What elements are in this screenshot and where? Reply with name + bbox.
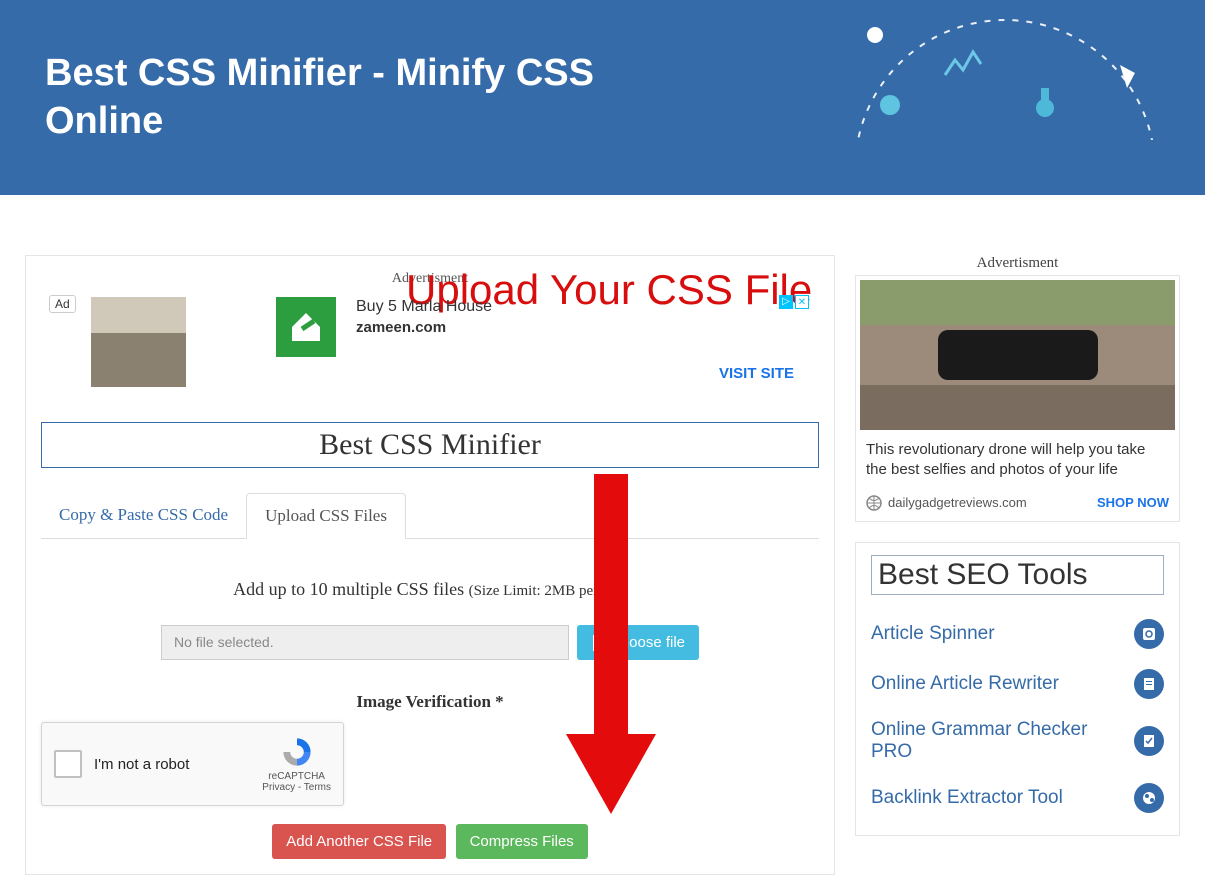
file-input[interactable]: No file selected. xyxy=(161,625,569,660)
ad-controls: ▷ ✕ xyxy=(779,295,809,309)
upload-hint-main: Add up to 10 multiple CSS files xyxy=(233,579,469,599)
action-buttons: Add Another CSS File Compress Files xyxy=(41,824,819,859)
verification-label: Image Verification * xyxy=(41,692,819,712)
close-ad-icon[interactable]: ✕ xyxy=(795,295,809,309)
sidebar-advertisment-label: Advertisment xyxy=(855,255,1180,272)
backlink-icon xyxy=(1134,783,1164,813)
recaptcha-brand-text: reCAPTCHA xyxy=(262,771,331,782)
choose-file-button[interactable]: Choose file xyxy=(577,625,699,660)
tabs: Copy & Paste CSS Code Upload CSS Files xyxy=(41,493,819,539)
grammar-icon xyxy=(1134,726,1164,756)
upload-area: Add up to 10 multiple CSS files (Size Li… xyxy=(41,539,819,670)
add-file-button[interactable]: Add Another CSS File xyxy=(272,824,446,859)
ad-shop-link[interactable]: SHOP NOW xyxy=(1097,495,1169,510)
file-row: No file selected. Choose file xyxy=(161,625,699,660)
choose-file-label: Choose file xyxy=(610,634,685,651)
ad-badge: Ad xyxy=(49,295,76,313)
header-decoration xyxy=(805,0,1205,140)
ad-domain-text: dailygadgetreviews.com xyxy=(888,495,1027,510)
tab-copy-paste[interactable]: Copy & Paste CSS Code xyxy=(41,493,246,538)
recaptcha-brand: reCAPTCHA Privacy - Terms xyxy=(262,735,331,793)
recaptcha-checkbox[interactable] xyxy=(54,750,82,778)
seo-link[interactable]: Online Article Rewriter xyxy=(871,673,1059,695)
recaptcha: I'm not a robot reCAPTCHA Privacy - Term… xyxy=(41,722,344,806)
page-title: Best CSS Minifier - Minify CSS Online xyxy=(45,50,645,145)
page-header: Best CSS Minifier - Minify CSS Online xyxy=(0,0,1205,195)
recaptcha-label: I'm not a robot xyxy=(94,756,250,773)
ad-copy: This revolutionary drone will help you t… xyxy=(860,430,1175,491)
ad-visit-link[interactable]: VISIT SITE xyxy=(719,365,794,382)
seo-item: Article Spinner xyxy=(871,609,1164,659)
ad-domain: zameen.com xyxy=(356,318,699,338)
spinner-icon xyxy=(1134,619,1164,649)
seo-item: Backlink Extractor Tool xyxy=(871,773,1164,823)
file-icon xyxy=(591,635,605,651)
seo-item: Online Article Rewriter xyxy=(871,659,1164,709)
sidebar: Advertisment Ad ▷ ✕ This revolutionary d… xyxy=(855,255,1180,875)
ad-domain: dailygadgetreviews.com xyxy=(866,495,1027,511)
ad-image xyxy=(91,297,186,387)
ad-brand-logo xyxy=(276,297,336,357)
seo-title: Best SEO Tools xyxy=(871,555,1164,595)
ad-image xyxy=(860,280,1175,430)
seo-link[interactable]: Online Grammar Checker PRO xyxy=(871,719,1111,763)
seo-tools-box: Best SEO Tools Article Spinner Online Ar… xyxy=(855,542,1180,836)
seo-link[interactable]: Backlink Extractor Tool xyxy=(871,787,1063,809)
recaptcha-icon xyxy=(280,735,314,769)
sidebar-advertisement[interactable]: Ad ▷ ✕ This revolutionary drone will hel… xyxy=(855,275,1180,522)
seo-link[interactable]: Article Spinner xyxy=(871,623,995,645)
tool-title: Best CSS Minifier xyxy=(41,422,819,468)
ad-headline: Buy 5 Marla House xyxy=(356,297,699,318)
seo-item: Online Grammar Checker PRO xyxy=(871,709,1164,773)
adchoices-icon[interactable]: ▷ xyxy=(779,295,793,309)
compress-button[interactable]: Compress Files xyxy=(456,824,588,859)
ad-copy: Buy 5 Marla House zameen.com xyxy=(356,297,699,337)
main-panel: Advertisment Upload Your CSS File Ad ▷ ✕… xyxy=(25,255,835,875)
globe-icon xyxy=(866,495,882,511)
tab-upload-files[interactable]: Upload CSS Files xyxy=(246,493,406,539)
upload-hint-small: (Size Limit: 2MB per file) xyxy=(469,583,627,599)
rewrite-icon xyxy=(1134,669,1164,699)
upload-hint: Add up to 10 multiple CSS files (Size Li… xyxy=(161,579,699,600)
recaptcha-links[interactable]: Privacy - Terms xyxy=(262,782,331,793)
main-advertisement[interactable]: Ad ▷ ✕ Buy 5 Marla House zameen.com VISI… xyxy=(41,287,819,417)
